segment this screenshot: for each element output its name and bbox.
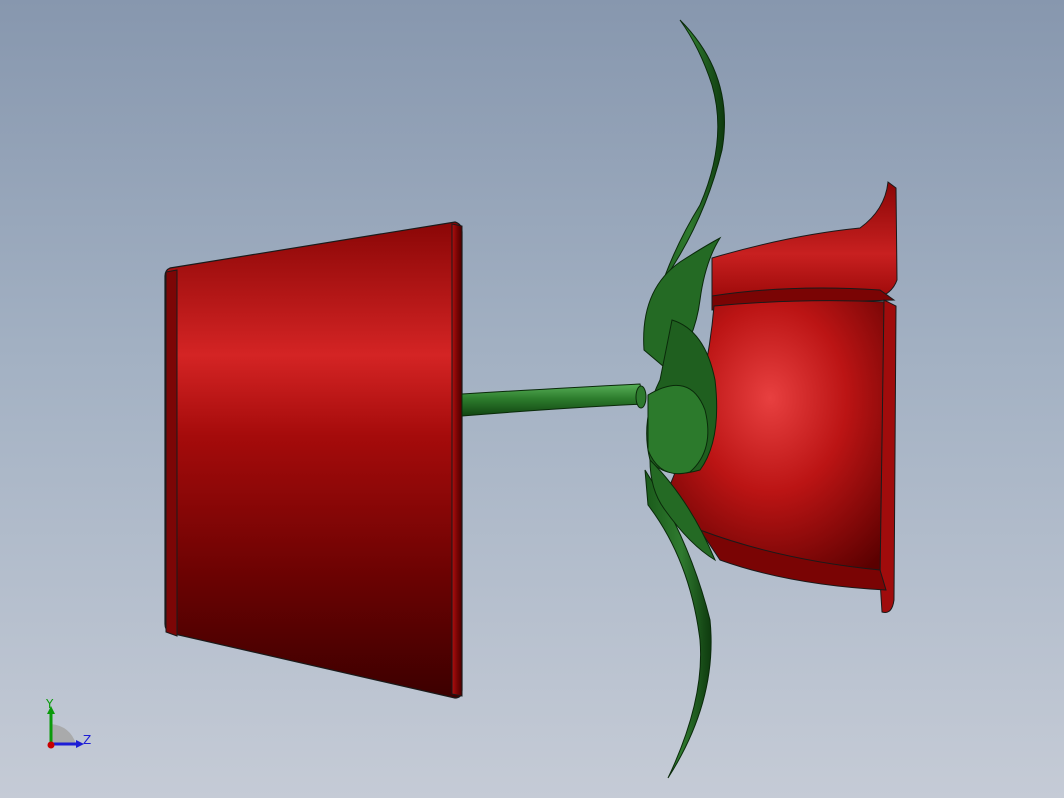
flower-pot[interactable]	[164, 221, 463, 699]
sepal-front[interactable]	[647, 385, 709, 475]
petal-top[interactable]	[711, 181, 898, 303]
z-axis-label: Z	[83, 733, 92, 747]
triad-plane	[51, 724, 76, 744]
pot-rim-left	[165, 269, 178, 637]
stem-body[interactable]	[461, 383, 645, 417]
stem[interactable]	[461, 383, 647, 417]
stem-node	[635, 385, 647, 409]
graphics-viewport[interactable]: Y Z	[0, 0, 1064, 798]
pot-body[interactable]	[164, 221, 463, 699]
orientation-triad: Y Z	[36, 696, 100, 760]
pot-rim-right	[451, 223, 463, 697]
y-axis-label: Y	[46, 697, 54, 711]
x-axis-dot	[47, 741, 55, 749]
rose-model-view[interactable]	[0, 0, 1064, 798]
